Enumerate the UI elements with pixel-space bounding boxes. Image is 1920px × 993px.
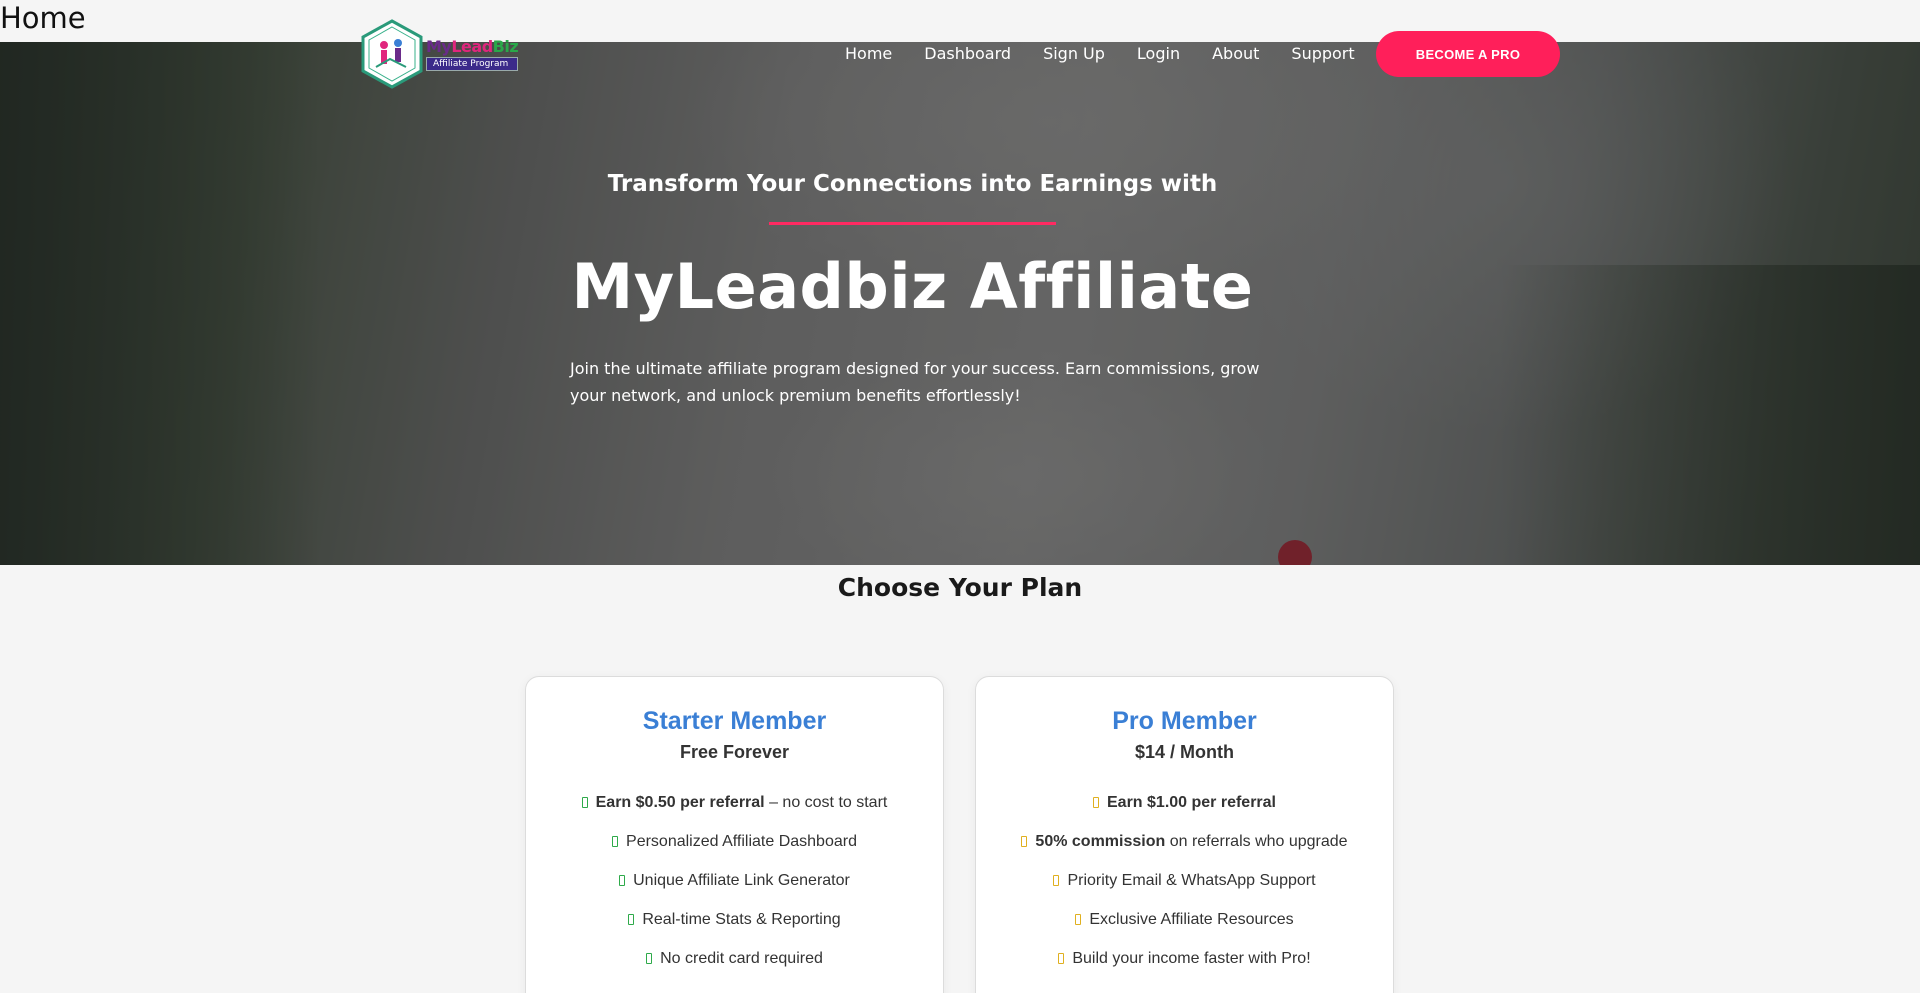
become-pro-button[interactable]: BECOME A PRO [1376,31,1560,77]
nav-item-support[interactable]: Support [1291,42,1354,66]
site-logo[interactable]: MyLeadBiz Affiliate Program [360,18,535,90]
logo-wordmark: MyLeadBiz Affiliate Program [426,37,519,71]
feature-item: Real-time Stats & Reporting [526,900,943,939]
hero-description: Join the ultimate affiliate program desi… [570,359,1260,405]
nav-item-home[interactable]: Home [845,42,892,66]
check-icon [1058,953,1065,964]
check-icon [628,914,635,925]
pro-plan-card[interactable]: Pro Member $14 / Month Earn $1.00 per re… [975,676,1394,993]
check-icon [646,953,653,964]
plan-title: Pro Member [1112,707,1257,735]
check-icon [612,836,619,847]
check-icon [1093,797,1099,808]
feature-item: No credit card required [526,939,943,978]
page-title: Home [0,1,86,35]
logo-name: MyLeadBiz [426,37,519,56]
nav-item-about[interactable]: About [1212,42,1259,66]
plan-features: Earn $1.00 per referral 50% commission o… [976,783,1393,978]
starter-plan-card[interactable]: Starter Member Free Forever Earn $0.50 p… [525,676,944,993]
feature-item: Earn $1.00 per referral [976,783,1393,822]
check-icon [1021,836,1028,847]
check-icon [1053,875,1060,886]
main-nav: Home Dashboard Sign Up Login About Suppo… [845,42,1387,66]
check-icon [581,797,588,808]
feature-item: Exclusive Affiliate Resources [976,900,1393,939]
hero-kicker: Transform Your Connections into Earnings… [607,171,1218,197]
feature-item: Earn $0.50 per referral – no cost to sta… [526,783,943,822]
logo-subtitle: Affiliate Program [426,57,519,71]
logo-hexagon-icon [360,19,424,89]
plan-features: Earn $0.50 per referral – no cost to sta… [526,783,943,978]
feature-item: 50% commission on referrals who upgrade [976,822,1393,861]
plans-heading: Choose Your Plan [837,573,1083,602]
check-icon [1075,914,1082,925]
nav-item-login[interactable]: Login [1137,42,1180,66]
feature-item: Priority Email & WhatsApp Support [976,861,1393,900]
feature-item: Build your income faster with Pro! [976,939,1393,978]
hero-title: MyLeadbiz Affiliate [571,250,1254,323]
feature-item: Unique Affiliate Link Generator [526,861,943,900]
nav-item-sign-up[interactable]: Sign Up [1043,42,1105,66]
nav-item-dashboard[interactable]: Dashboard [924,42,1011,66]
feature-item: Personalized Affiliate Dashboard [526,822,943,861]
plan-title: Starter Member [642,707,827,735]
plan-price: $14 / Month [1134,742,1234,762]
hero-divider [769,222,1056,225]
plan-price: Free Forever [679,742,790,762]
check-icon [619,875,626,886]
